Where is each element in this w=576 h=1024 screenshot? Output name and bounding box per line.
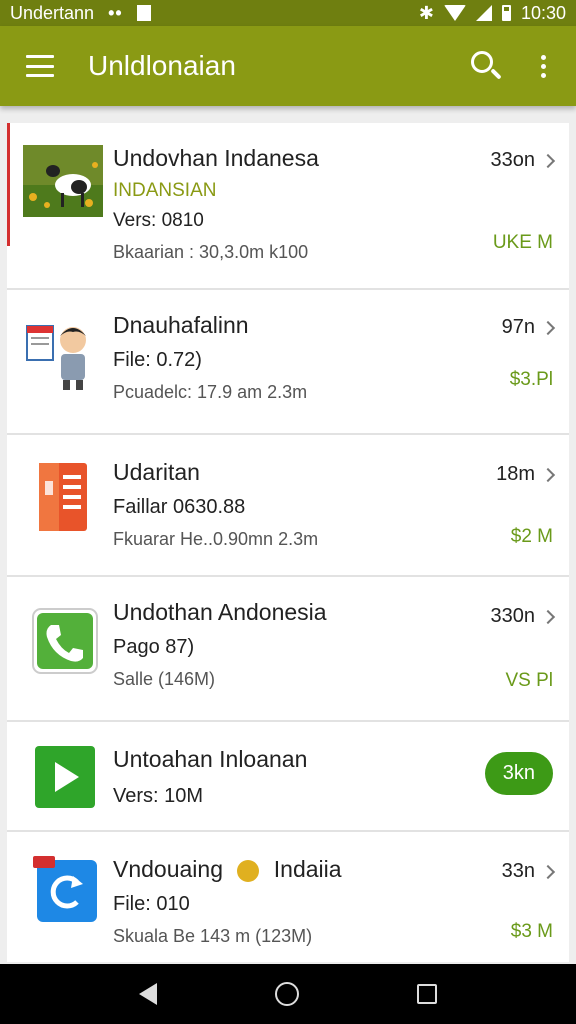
item-title: Udaritan [113,459,200,485]
item-price: UKE M [492,232,553,253]
size-badge[interactable]: 3kn [484,752,553,795]
notification-dots-icon: •• [108,2,123,23]
item-price: $3 M [510,921,553,942]
list-item[interactable]: Vndouaing Indaiia File: 010 Skuala Be 14… [7,832,569,962]
item-file: File: 0.72) [113,349,202,371]
list-item[interactable]: Undothan Andonesia Pago 87) Salle (146M)… [7,577,569,722]
item-details: Salle (146M) [113,669,216,689]
app-bar: Unldlonaian [0,26,576,106]
battery-icon [501,5,511,21]
wifi-icon [443,5,466,21]
item-file: Faillar 0630.88 [113,496,246,518]
status-time: 10:30 [520,2,566,23]
status-bar: Undertann •• ✱ 10:30 [0,0,576,26]
item-price: $2 M [510,526,553,547]
item-details: Bkaarian : 30,3.0m k100 [113,242,309,262]
chevron-right-icon[interactable] [540,467,556,482]
item-version: Vers: 10M [113,785,204,807]
item-price: VS Pl [505,670,553,691]
signal-icon [475,5,492,21]
item-title-part1: Vndouaing [113,856,223,882]
list-item[interactable]: Udaritan Faillar 0630.88 Fkuarar He..0.9… [7,435,569,577]
list-item[interactable]: Untoahan Inloanan Vers: 10M 3kn [7,722,569,832]
item-title-part2: Indaiia [273,856,342,882]
home-icon[interactable] [275,982,299,1006]
cow-image-thumbnail [23,145,103,217]
sticker-icon [237,859,260,882]
item-title: Undothan Andonesia [113,599,327,625]
item-size: 330n [490,605,536,627]
status-carrier: Undertann [10,2,95,23]
play-icon [35,746,95,808]
recent-apps-icon[interactable] [417,984,437,1004]
item-category: INDANSIAN [113,180,217,201]
chevron-right-icon[interactable] [540,320,556,335]
item-size: 97n [501,316,535,338]
item-size: 18m [496,463,535,485]
item-title: Undovhan Indanesa [113,145,319,171]
item-size: 33n [501,860,535,882]
item-title: Dnauhafalinn [113,312,249,338]
notification-square-icon [136,5,151,21]
person-document-icon [26,325,86,390]
item-details: Pcuadelc: 17.9 am 2.3m [113,382,308,402]
download-list: Undovhan Indanesa INDANSIAN Vers: 0810 B… [7,123,569,962]
office-document-icon [39,463,87,531]
sync-app-icon [33,856,97,922]
item-details: Fkuarar He..0.90mn 2.3m [113,529,319,549]
item-size: 33on [490,149,536,171]
chevron-right-icon[interactable] [540,609,556,624]
item-details: Skuala Be 143 m (123M) [113,926,313,946]
item-title: Vndouaing Indaiia [113,856,479,883]
app-title: Unldlonaian [88,50,236,81]
system-nav-bar [0,964,576,1024]
bluetooth-icon: ✱ [418,2,434,23]
list-item[interactable]: Undovhan Indanesa INDANSIAN Vers: 0810 B… [7,123,569,290]
item-pages: Pago 87) [113,636,195,658]
item-file: File: 010 [113,893,190,915]
phone-call-icon [32,608,98,674]
item-price: $3.Pl [509,369,553,390]
back-icon[interactable] [139,983,157,1005]
item-version: Vers: 0810 [113,210,204,231]
menu-icon[interactable] [26,55,54,77]
chevron-right-icon[interactable] [540,864,556,879]
search-icon[interactable] [471,51,502,81]
item-title: Untoahan Inloanan [113,746,308,772]
list-item[interactable]: Dnauhafalinn File: 0.72) Pcuadelc: 17.9 … [7,290,569,435]
chevron-right-icon[interactable] [540,153,556,168]
more-options-icon[interactable] [541,54,546,78]
